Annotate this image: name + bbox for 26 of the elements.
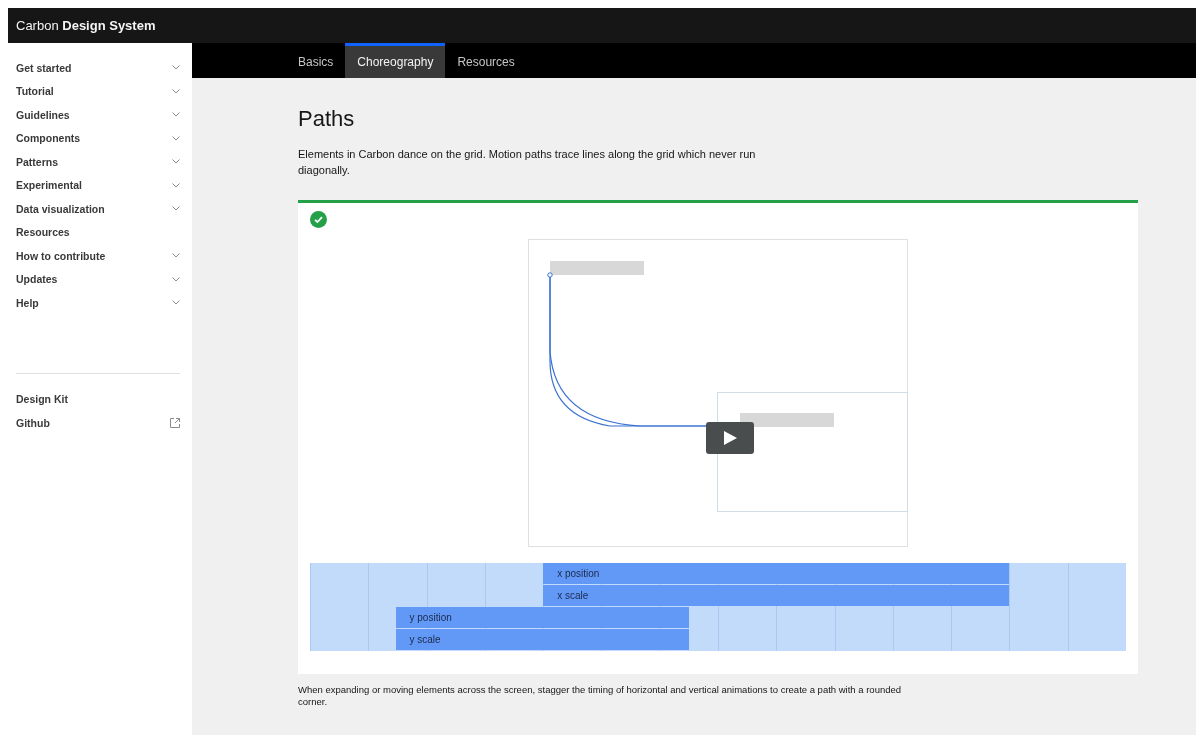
tab[interactable]: Choreography: [345, 43, 446, 78]
timeline-bar: x scale: [543, 585, 1010, 606]
sidebar-item[interactable]: Tutorial: [8, 79, 192, 103]
timeline-bar: x position: [543, 563, 1010, 584]
page-heading: Paths: [298, 106, 356, 132]
sidebar-item[interactable]: Components: [8, 126, 192, 150]
sidebar-item[interactable]: Guidelines: [8, 103, 192, 127]
sidebar-item[interactable]: Get started: [8, 56, 192, 80]
caption-text: When expanding or moving elements across the screen, stagger the timing of horizontal and vertical animations to create a path with a rounded corner.: [298, 684, 903, 708]
intro-text: Elements in Carbon dance on the grid. Motion paths trace lines along the grid which never run diagonally.: [298, 147, 757, 178]
sidebar-item[interactable]: Help: [8, 291, 192, 315]
sidebar-item[interactable]: Updates: [8, 267, 192, 291]
site-title[interactable]: Carbon Design System: [16, 18, 156, 33]
sidebar-item[interactable]: Experimental: [8, 173, 192, 197]
timeline-bar: y scale: [395, 629, 689, 650]
play-button[interactable]: [706, 422, 754, 454]
tab[interactable]: Resources: [445, 43, 527, 78]
sidebar-item[interactable]: Patterns: [8, 150, 192, 174]
sidebar-item[interactable]: Data visualization: [8, 197, 192, 221]
timeline-bar: y position: [395, 607, 689, 628]
sidebar-link[interactable]: Design Kit: [8, 387, 192, 411]
sidebar-link[interactable]: Github: [8, 411, 192, 435]
sidebar-item[interactable]: How to contribute: [8, 244, 192, 268]
tab[interactable]: Basics: [286, 43, 346, 78]
sidebar-item[interactable]: Resources: [8, 220, 192, 244]
play-icon: [723, 431, 737, 445]
